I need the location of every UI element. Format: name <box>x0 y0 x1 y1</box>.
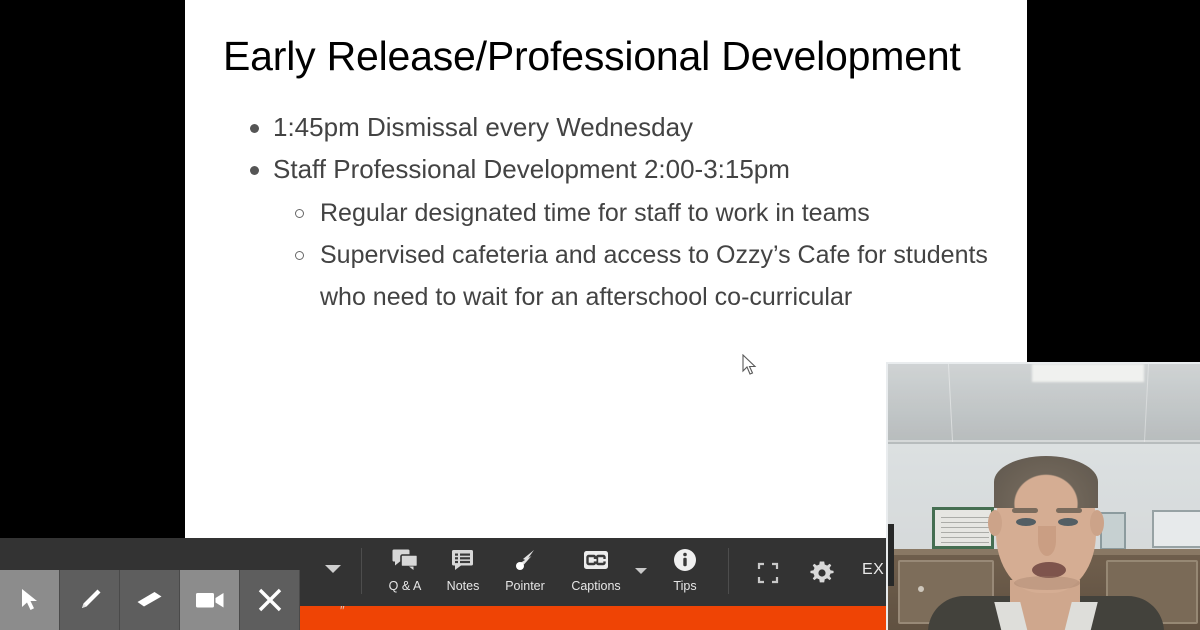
annotation-toolbar <box>0 570 300 630</box>
bullet-filled-icon <box>250 124 259 133</box>
toolbar-item-label: Captions <box>571 579 621 593</box>
bullet-text: Regular designated time for staff to wor… <box>320 199 870 227</box>
wide-picture-frame <box>1152 510 1200 548</box>
laser-pointer-icon <box>513 547 537 573</box>
bar-artifact: ″ <box>340 603 347 618</box>
list-item: Regular designated time for staff to wor… <box>223 192 1013 234</box>
toolbar-item-label: Notes <box>446 579 480 593</box>
bullet-filled-icon <box>250 166 259 175</box>
presenter-ear-right <box>1090 510 1104 536</box>
annotation-tool-pen[interactable] <box>60 570 120 630</box>
screen-share-presentation-view: Early Release/Professional Development 1… <box>0 0 1200 630</box>
annotation-tool-close[interactable] <box>240 570 300 630</box>
pencil-icon <box>81 589 100 608</box>
presenter-nose <box>1038 526 1056 556</box>
arrow-pointer-icon <box>21 589 37 610</box>
small-picture-frame <box>1100 512 1126 550</box>
exit-fullscreen-icon[interactable] <box>751 556 785 590</box>
slide-bullet-list: 1:45pm Dismissal every Wednesday Staff P… <box>223 106 1013 318</box>
info-circle-icon <box>673 547 697 573</box>
ceiling-tile-seam <box>888 440 1200 442</box>
slide-body: 1:45pm Dismissal every Wednesday Staff P… <box>223 106 1013 318</box>
presenter-eyebrow-left <box>1012 508 1038 513</box>
certificate-text-lines <box>941 517 989 545</box>
presenter-hair <box>994 456 1098 508</box>
slide-sub-bullet-list: Regular designated time for staff to wor… <box>223 192 1013 318</box>
layout-chevron-down-icon[interactable] <box>325 565 341 573</box>
toolbar-divider <box>361 548 362 594</box>
toolbar-item-tips[interactable]: Tips <box>647 544 723 602</box>
bullet-text: Supervised cafeteria and access to Ozzy’… <box>320 241 988 311</box>
closed-captions-icon <box>583 547 609 573</box>
bullet-hollow-icon <box>295 209 304 218</box>
bullet-text: Staff Professional Development 2:00-3:15… <box>273 154 790 184</box>
captions-chevron-down-icon[interactable] <box>635 568 647 574</box>
list-item: Staff Professional Development 2:00-3:15… <box>223 148 1013 190</box>
bullet-text: 1:45pm Dismissal every Wednesday <box>273 112 694 142</box>
presenter-eyebrow-right <box>1056 508 1082 513</box>
webcam-left-dark-edge <box>888 524 894 586</box>
toolbar-item-label: Pointer <box>505 579 545 593</box>
bullet-hollow-icon <box>295 251 304 260</box>
list-item: 1:45pm Dismissal every Wednesday <box>223 106 1013 148</box>
notes-bubble-icon <box>451 547 475 573</box>
annotation-tool-eraser[interactable] <box>120 570 180 630</box>
annotation-tool-select[interactable] <box>0 570 60 630</box>
presenter-webcam-feed[interactable] <box>886 362 1200 630</box>
presenter-chin-shadow <box>1014 576 1080 590</box>
toolbar-item-label: Tips <box>673 579 697 593</box>
toolbar-item-captions[interactable]: Captions <box>558 544 634 602</box>
annotation-tool-camera[interactable] <box>180 570 240 630</box>
toolbar-item-pointer[interactable]: Pointer <box>487 544 563 602</box>
presenter-eye-left <box>1016 518 1036 526</box>
close-icon <box>258 588 281 612</box>
video-camera-icon <box>195 593 223 608</box>
speech-bubbles-icon <box>392 547 418 573</box>
eraser-icon <box>137 592 161 607</box>
presenter-ear-left <box>988 510 1002 536</box>
framed-certificate <box>932 507 994 549</box>
presenter-eye-right <box>1058 518 1078 526</box>
mouse-cursor-icon <box>742 354 757 375</box>
toolbar-item-label: Q & A <box>388 579 422 593</box>
exit-label[interactable]: EX <box>862 561 884 579</box>
ceiling-light <box>1032 364 1144 382</box>
list-item: Supervised cafeteria and access to Ozzy’… <box>223 234 1013 318</box>
toolbar-divider <box>728 548 729 594</box>
gear-icon[interactable] <box>805 556 839 590</box>
slide-title: Early Release/Professional Development <box>223 33 961 79</box>
cabinet-knob <box>918 586 924 592</box>
